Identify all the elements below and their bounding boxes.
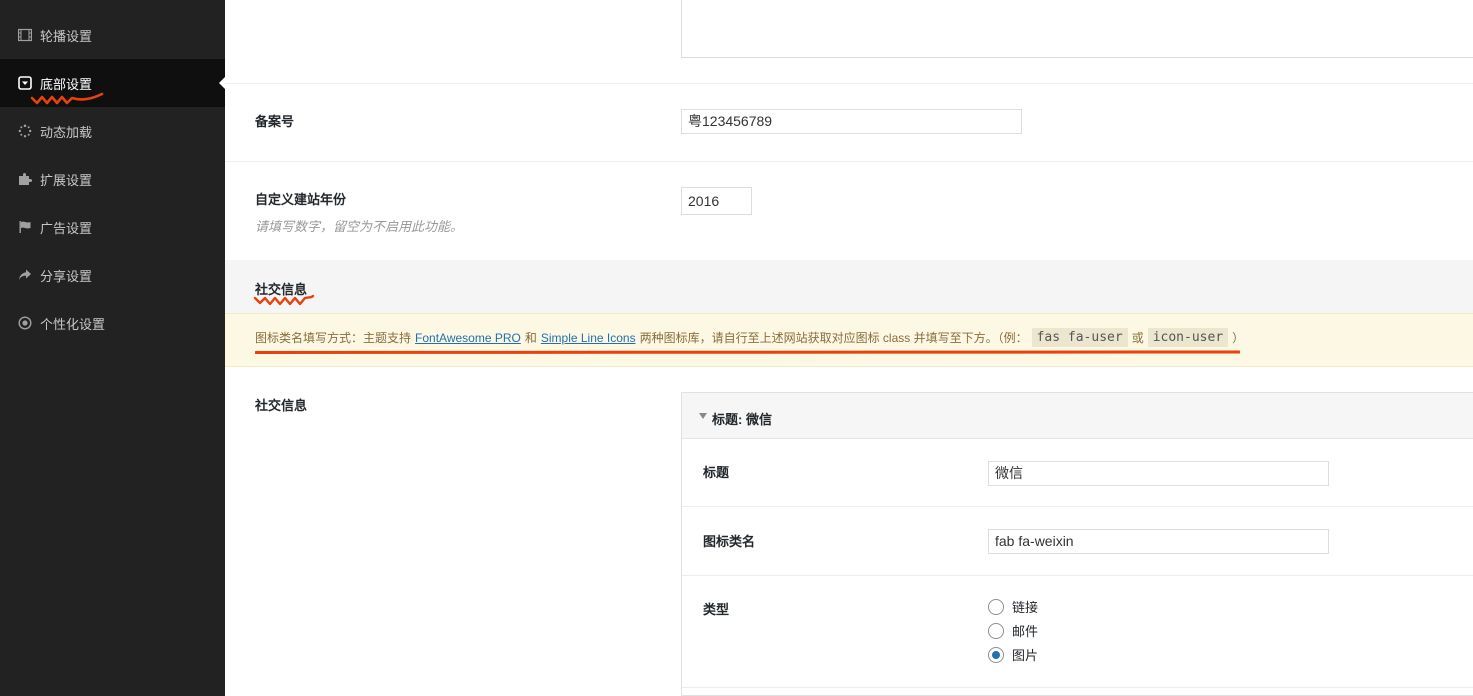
icon-class-label: 图标类名 (703, 534, 756, 549)
radio-circle[interactable] (988, 646, 1004, 663)
sidebar-item-label: 动态加载 (40, 124, 93, 140)
annotation-squiggle (253, 294, 315, 306)
puzzle-icon (18, 172, 32, 186)
sidebar-item-carousel[interactable]: 轮播设置 (0, 11, 225, 59)
type-radio-link[interactable]: 链接 (988, 597, 1038, 616)
sidebar-item-label: 分享设置 (40, 268, 93, 284)
group-header[interactable]: 标题: 微信 (682, 393, 1473, 439)
icp-field-row: 备案号 粤123456789 (225, 84, 1473, 162)
radio-circle[interactable] (988, 622, 1004, 639)
caret-square-down-icon (18, 76, 32, 90)
radio-circle[interactable] (988, 598, 1004, 615)
year-input[interactable]: 2016 (681, 187, 752, 215)
type-field-row: 类型 链接 邮件 图片 (682, 576, 1473, 688)
sidebar-item-label: 广告设置 (40, 220, 93, 236)
icon-class-input[interactable]: fab fa-weixin (988, 529, 1329, 554)
title-field-row: 标题 微信 (682, 439, 1473, 507)
icp-input[interactable]: 粤123456789 (681, 109, 1022, 134)
social-item-group: 标题: 微信 标题 微信 图标类名 fab fa-weixin 类型 链接 邮件… (681, 392, 1473, 696)
bullseye-icon (18, 316, 32, 330)
notice-text: 图标类名填写方式：主题支持 FontAwesome PRO 和 Simple L… (255, 328, 1244, 347)
sidebar-item-label: 个性化设置 (40, 316, 106, 332)
previous-textarea[interactable] (681, 0, 1473, 58)
icon-class-notice: 图标类名填写方式：主题支持 FontAwesome PRO 和 Simple L… (225, 313, 1473, 367)
sidebar-item-label: 轮播设置 (40, 28, 93, 44)
notice-prefix: 图标类名填写方式：主题支持 (255, 331, 412, 345)
share-icon (18, 268, 32, 282)
radio-label: 邮件 (1012, 624, 1039, 639)
notice-suffix: ） (1232, 331, 1245, 345)
year-label: 自定义建站年份 (255, 192, 347, 207)
icp-label: 备案号 (255, 114, 295, 129)
notice-and: 和 (524, 331, 537, 345)
previous-field-row (225, 0, 1473, 84)
year-description: 请填写数字，留空为不启用此功能。 (255, 219, 464, 234)
social-field-label: 社交信息 (255, 398, 308, 413)
caret-down-icon[interactable] (699, 413, 707, 419)
sidebar-item-extensions[interactable]: 扩展设置 (0, 155, 225, 203)
radio-label: 链接 (1012, 600, 1039, 615)
type-radio-image[interactable]: 图片 (988, 645, 1038, 664)
film-icon (18, 28, 32, 42)
title-label: 标题 (703, 465, 730, 480)
title-input[interactable]: 微信 (988, 461, 1329, 486)
sidebar: 轮播设置 底部设置 动态加载 扩展设置 广告设置 分享设置 个性化设置 (0, 0, 225, 696)
fontawesome-link[interactable]: FontAwesome PRO (415, 331, 521, 345)
sidebar-item-label: 底部设置 (40, 76, 93, 92)
icon-class-field-row: 图标类名 fab fa-weixin (682, 507, 1473, 576)
annotation-underline (255, 350, 1240, 354)
sidebar-item-lazy-load[interactable]: 动态加载 (0, 107, 225, 155)
social-section-heading: 社交信息 (225, 260, 1473, 313)
notice-or: 或 (1131, 331, 1144, 345)
simple-line-icons-link[interactable]: Simple Line Icons (541, 331, 636, 345)
sidebar-item-ads[interactable]: 广告设置 (0, 203, 225, 251)
sidebar-item-share[interactable]: 分享设置 (0, 251, 225, 299)
radio-label: 图片 (1012, 648, 1039, 663)
example-code-sli: icon-user (1147, 328, 1229, 347)
type-radio-email[interactable]: 邮件 (988, 621, 1038, 640)
flag-icon (18, 220, 32, 234)
notice-middle: 两种图标库，请自行至上述网站获取对应图标 class 并填写至下方。（例： (639, 331, 1028, 345)
year-field-row: 自定义建站年份 请填写数字，留空为不启用此功能。 2016 (225, 162, 1473, 260)
type-label: 类型 (703, 602, 730, 617)
spinner-icon (18, 124, 32, 138)
annotation-squiggle (30, 92, 104, 105)
settings-panel: 备案号 粤123456789 自定义建站年份 请填写数字，留空为不启用此功能。 … (225, 0, 1473, 696)
group-title: 标题: 微信 (712, 412, 772, 427)
sidebar-item-personalize[interactable]: 个性化设置 (0, 299, 225, 347)
example-code-fa: fas fa-user (1031, 328, 1128, 347)
sidebar-item-label: 扩展设置 (40, 172, 93, 188)
